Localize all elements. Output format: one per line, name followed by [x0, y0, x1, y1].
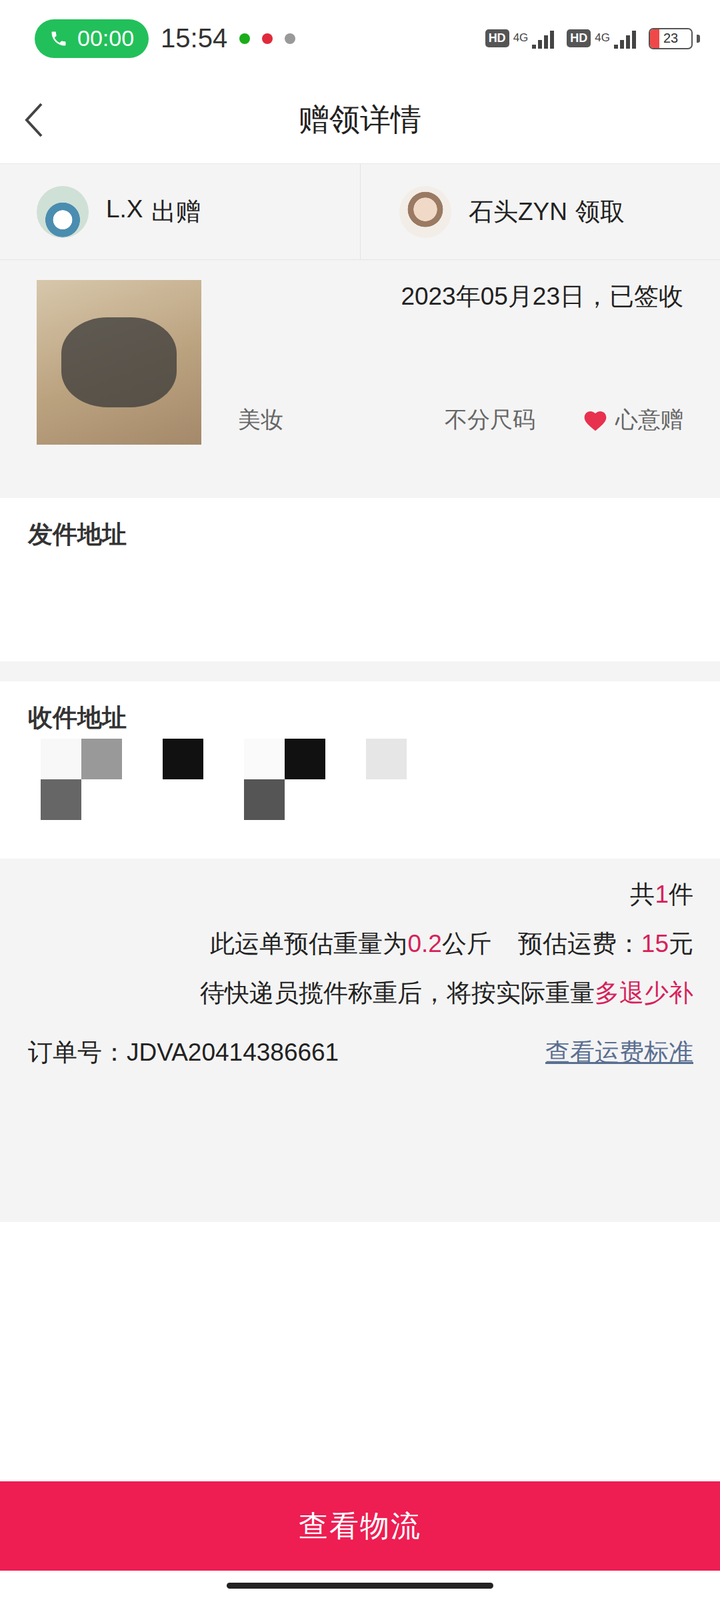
- battery-icon: 23: [648, 28, 693, 50]
- chevron-left-icon: [21, 101, 48, 139]
- redacted-address: [40, 738, 692, 820]
- back-button[interactable]: [14, 94, 55, 146]
- call-timer: 00:00: [77, 25, 134, 52]
- item-count: 共1件: [28, 878, 694, 911]
- network-indicator: HD4G: [566, 28, 637, 49]
- party[interactable]: L.X出赠: [0, 164, 360, 260]
- phone-icon: [49, 29, 68, 48]
- network-indicator: HD4G: [485, 28, 556, 49]
- status-bar: 00:0015:54HD4GHD4G23: [0, 0, 720, 77]
- home-indicator[interactable]: [226, 1582, 494, 1589]
- network-type: 4G: [594, 31, 610, 45]
- clock: 15:54: [160, 23, 228, 54]
- item-tag: 心意赠: [578, 404, 684, 436]
- weight-fee: 此运单预估重量为0.2公斤预估运费：15元: [28, 928, 694, 960]
- party[interactable]: 石头ZYN领取: [360, 164, 720, 260]
- party-name: 石头ZYN领取: [468, 195, 625, 229]
- page-title: 赠领详情: [298, 99, 422, 141]
- fee-note: 待快递员揽件称重后，将按实际重量多退少补: [28, 977, 694, 1010]
- sender-address: 发件地址: [0, 498, 720, 662]
- hd-badge: HD: [566, 29, 591, 48]
- signal-icon: [532, 28, 555, 49]
- gift-detail-page: 00:0015:54HD4GHD4G23赠领详情L.X出赠石头ZYN领取2023…: [0, 0, 720, 1600]
- location-icon: [284, 33, 296, 44]
- signal-icon: [614, 28, 637, 49]
- address-label: 收件地址: [28, 701, 692, 735]
- hd-badge: HD: [485, 29, 510, 48]
- avatar: [399, 186, 452, 238]
- item-status: 2023年05月23日，已签收: [238, 280, 684, 314]
- header: 赠领详情: [0, 76, 720, 164]
- item-card: 2023年05月23日，已签收美妆不分尺码心意赠: [0, 260, 720, 498]
- wechat-icon: [239, 33, 250, 44]
- address-label: 发件地址: [28, 518, 692, 552]
- item-category: 美妆: [238, 404, 445, 436]
- heart-icon: [582, 408, 609, 432]
- item-meta: 美妆不分尺码心意赠: [238, 404, 684, 445]
- order-row: 订单号：JDVA20414386661 查看运费标准: [28, 1036, 694, 1070]
- item-photo[interactable]: [36, 280, 202, 445]
- item-size: 不分尺码: [444, 404, 578, 436]
- receiver-address: 收件地址: [0, 681, 720, 859]
- shipping-summary: 共1件此运单预估重量为0.2公斤预估运费：15元待快递员揽件称重后，将按实际重量…: [0, 858, 720, 1222]
- order-number: 订单号：JDVA20414386661: [28, 1036, 339, 1070]
- call-pill[interactable]: 00:00: [34, 19, 149, 58]
- network-type: 4G: [513, 31, 529, 45]
- home-indicator-area: [0, 1570, 720, 1600]
- avatar: [36, 186, 89, 238]
- party-name: L.X出赠: [106, 195, 201, 229]
- view-logistics-button[interactable]: 查看物流: [0, 1481, 720, 1571]
- fee-standard-link[interactable]: 查看运费标准: [545, 1036, 694, 1070]
- app-icon: [262, 33, 273, 44]
- parties-row: L.X出赠 石头ZYN领取: [0, 163, 720, 260]
